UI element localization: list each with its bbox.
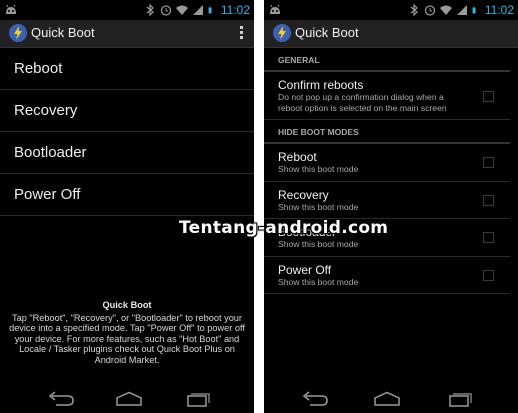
wifi-icon — [175, 5, 188, 15]
bluetooth-icon — [146, 4, 154, 16]
pref-title: Reboot — [278, 150, 317, 164]
preferences-list: GENERAL Confirm reboots Do not pop up a … — [264, 48, 518, 294]
section-header-general: GENERAL — [264, 48, 510, 72]
pref-title: Recovery — [278, 187, 329, 202]
about-title: Quick Boot — [102, 300, 152, 310]
power-off-checkbox[interactable] — [483, 269, 494, 281]
back-icon[interactable] — [300, 391, 330, 407]
lightning-bolt-icon[interactable] — [272, 23, 292, 43]
overflow-menu-icon[interactable] — [240, 26, 244, 40]
pref-power-off[interactable]: Power Off Show this boot mode — [264, 257, 510, 294]
right-screen: 11:02 Quick Boot GENERAL Confirm reboots… — [264, 0, 518, 413]
recent-apps-icon[interactable] — [182, 391, 212, 407]
recovery-checkbox[interactable] — [483, 194, 494, 206]
about-section: Quick Boot Tap "Reboot", "Recovery", or … — [8, 300, 246, 365]
app-title: Quick Boot — [31, 25, 95, 40]
status-bar: 11:02 — [264, 0, 518, 20]
app-title: Quick Boot — [295, 25, 359, 40]
navigation-bar — [264, 385, 518, 413]
recent-apps-icon[interactable] — [444, 391, 474, 407]
pref-summary: Show this boot mode — [278, 239, 359, 249]
battery-icon — [472, 6, 476, 14]
bluetooth-icon — [410, 4, 418, 16]
pref-summary: Show this boot mode — [278, 164, 359, 174]
about-text: Tap "Reboot", "Recovery", or "Bootloader… — [9, 312, 245, 365]
action-bar: Quick Boot — [264, 20, 518, 48]
wifi-icon — [439, 5, 452, 15]
watermark-text: Tentang-android.com — [179, 218, 389, 238]
lightning-bolt-icon[interactable] — [8, 23, 28, 43]
pref-summary: Show this boot mode — [278, 276, 359, 287]
alarm-icon — [424, 5, 435, 16]
bootloader-checkbox[interactable] — [483, 232, 494, 244]
section-header-hide-boot-modes: HIDE BOOT MODES — [264, 120, 510, 144]
alarm-icon — [160, 5, 171, 16]
pref-summary: Do not pop up a confirmation dialog when… — [278, 92, 447, 113]
left-screen: 11:02 Quick Boot Reboot Recovery Bootloa… — [0, 0, 254, 413]
pref-recovery[interactable]: Recovery Show this boot mode — [264, 182, 510, 219]
back-icon[interactable] — [46, 391, 76, 407]
android-notification-icon — [270, 4, 280, 14]
confirm-reboots-checkbox[interactable] — [483, 90, 494, 102]
pref-confirm-reboots[interactable]: Confirm reboots Do not pop up a confirma… — [264, 72, 510, 120]
menu-item-power-off[interactable]: Power Off — [0, 174, 254, 216]
status-bar: 11:02 — [0, 0, 254, 20]
home-icon[interactable] — [114, 391, 144, 407]
reboot-checkbox[interactable] — [483, 157, 494, 169]
android-notification-icon — [6, 4, 16, 14]
navigation-bar — [0, 385, 254, 413]
home-icon[interactable] — [372, 391, 402, 407]
pref-title: Confirm reboots — [278, 78, 364, 92]
menu-item-recovery[interactable]: Recovery — [0, 90, 254, 132]
pref-title: Power Off — [278, 262, 332, 277]
signal-icon — [456, 5, 467, 15]
status-time: 11:02 — [220, 3, 250, 17]
menu-item-bootloader[interactable]: Bootloader — [0, 132, 254, 174]
status-time: 11:02 — [484, 3, 514, 17]
pref-summary: Show this boot mode — [278, 201, 359, 212]
action-bar: Quick Boot — [0, 20, 254, 48]
pref-reboot[interactable]: Reboot Show this boot mode — [264, 144, 510, 182]
boot-menu-list: Reboot Recovery Bootloader Power Off — [0, 48, 254, 216]
battery-icon — [208, 6, 212, 14]
menu-item-reboot[interactable]: Reboot — [0, 48, 254, 90]
signal-icon — [192, 5, 203, 15]
